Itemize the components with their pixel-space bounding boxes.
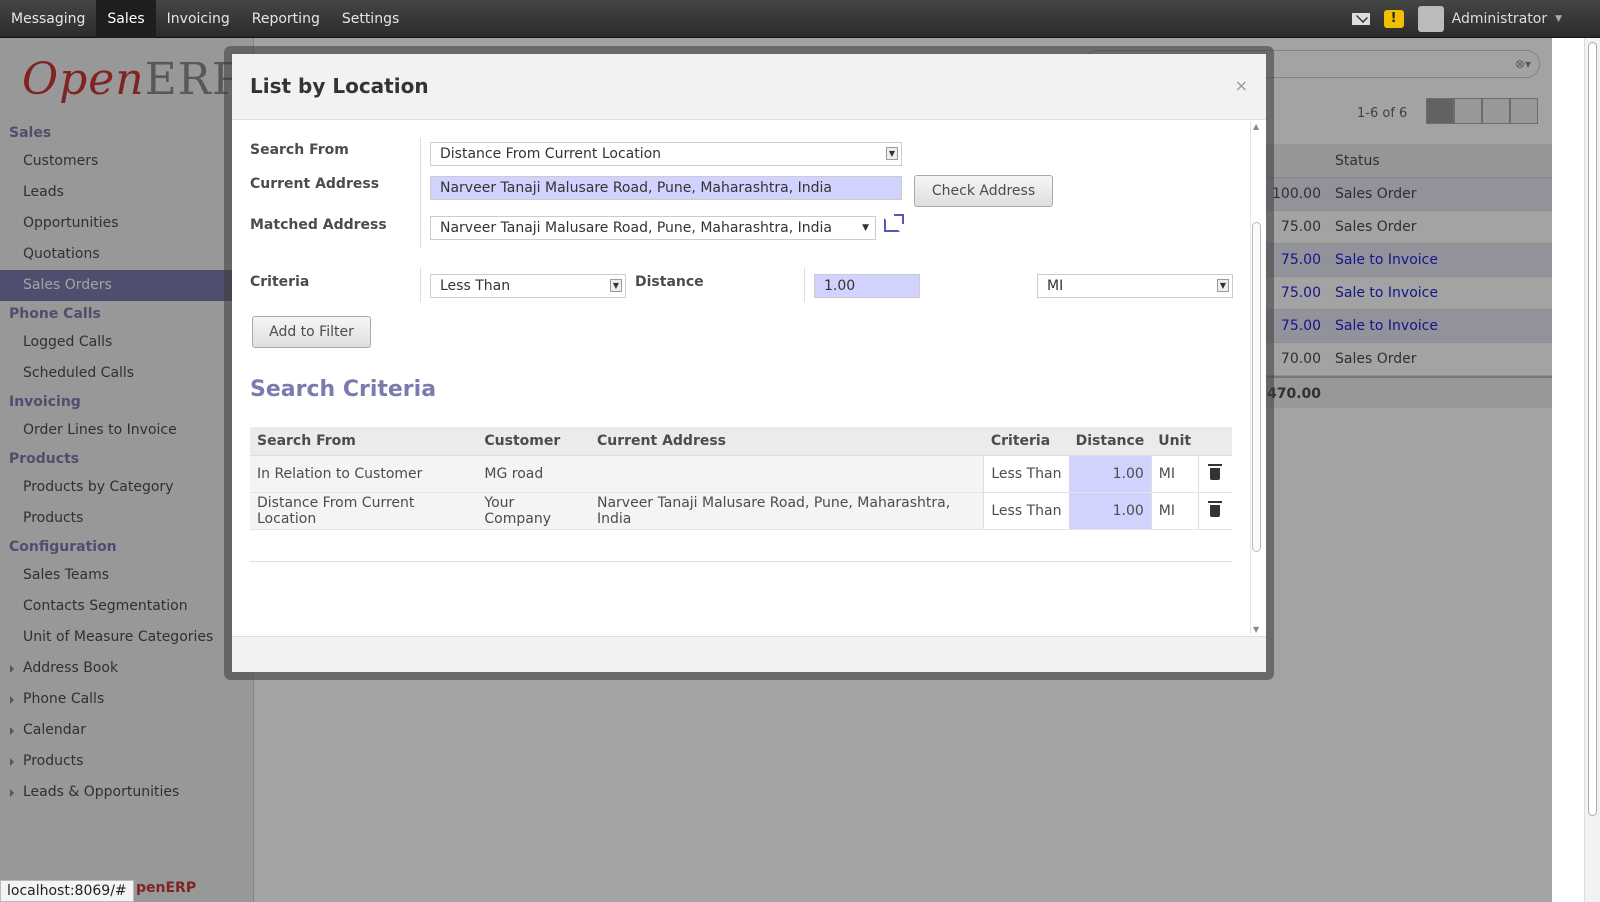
chevron-down-icon: ▼	[862, 223, 869, 233]
cell-criteria: Less Than	[983, 492, 1069, 530]
divider	[250, 561, 1232, 562]
col-current-address[interactable]: Current Address	[589, 427, 984, 456]
chevron-down-icon: ▼	[1217, 279, 1229, 292]
cell-delete	[1197, 455, 1232, 493]
chevron-down-icon: ▼	[610, 279, 622, 292]
matched-address-label: Matched Address	[250, 217, 387, 233]
cell-distance: 1.00	[1068, 492, 1152, 530]
menu-reporting[interactable]: Reporting	[241, 0, 331, 38]
divider	[420, 138, 421, 248]
col-distance[interactable]: Distance	[1068, 427, 1152, 456]
col-unit[interactable]: Unit	[1151, 427, 1199, 456]
dialog-scrollbar-thumb[interactable]	[1252, 222, 1261, 552]
current-address-label: Current Address	[250, 176, 380, 192]
divider	[420, 268, 421, 302]
cell-current-address: Narveer Tanaji Malusare Road, Pune, Maha…	[589, 492, 984, 530]
list-by-location-dialog: List by Location × Search From Current A…	[232, 54, 1266, 672]
warning-icon[interactable]: !	[1383, 10, 1404, 28]
cell-delete	[1197, 492, 1232, 530]
dialog-header: List by Location ×	[232, 54, 1266, 120]
user-name: Administrator	[1451, 11, 1548, 27]
avatar	[1417, 6, 1444, 32]
criteria-select[interactable]: Less Than ▼	[430, 274, 626, 298]
mail-icon[interactable]	[1351, 13, 1370, 25]
top-navbar: Messaging Sales Invoicing Reporting Sett…	[0, 0, 1600, 38]
status-url: localhost:8069/#	[0, 880, 134, 902]
dialog-body: Search From Current Address Matched Addr…	[232, 120, 1266, 636]
current-address-input[interactable]: Narveer Tanaji Malusare Road, Pune, Maha…	[430, 176, 902, 200]
dialog-footer	[232, 636, 1266, 672]
distance-input[interactable]: 1.00	[814, 274, 920, 298]
table-row[interactable]: Distance From Current Location Your Comp…	[250, 492, 1232, 530]
table-row[interactable]: In Relation to Customer MG road Less Tha…	[250, 455, 1232, 493]
topbar-right: ! Administrator ▼	[1351, 0, 1562, 38]
scroll-down-icon[interactable]: ▼	[1253, 625, 1259, 634]
col-criteria[interactable]: Criteria	[983, 427, 1069, 456]
table-header-row: Search From Customer Current Address Cri…	[250, 427, 1232, 456]
cell-distance: 1.00	[1068, 455, 1152, 493]
menu-messaging[interactable]: Messaging	[0, 0, 96, 38]
col-search-from[interactable]: Search From	[250, 427, 478, 456]
criteria-table: Search From Customer Current Address Cri…	[250, 427, 1232, 530]
cell-customer: Your Company	[477, 492, 590, 530]
close-icon[interactable]: ×	[1235, 76, 1248, 95]
divider	[804, 268, 805, 302]
menu-invoicing[interactable]: Invoicing	[156, 0, 241, 38]
dialog-title: List by Location	[250, 74, 429, 98]
col-customer[interactable]: Customer	[477, 427, 590, 456]
page-scrollbar[interactable]	[1584, 38, 1600, 902]
col-actions	[1198, 427, 1232, 456]
add-to-filter-button[interactable]: Add to Filter	[252, 316, 371, 348]
check-address-button[interactable]: Check Address	[914, 175, 1053, 207]
chevron-down-icon: ▼	[886, 147, 898, 160]
scroll-up-icon[interactable]: ▲	[1253, 122, 1259, 131]
criteria-label: Criteria	[250, 274, 310, 290]
external-link-icon[interactable]	[884, 214, 904, 232]
cell-customer: MG road	[477, 455, 590, 493]
menu-sales[interactable]: Sales	[96, 0, 156, 38]
menu-settings[interactable]: Settings	[331, 0, 410, 38]
search-from-select[interactable]: Distance From Current Location ▼	[430, 142, 902, 166]
unit-select[interactable]: MI ▼	[1037, 274, 1233, 298]
cell-search-from: In Relation to Customer	[250, 455, 478, 493]
dialog-scrollbar[interactable]: ▲ ▼	[1250, 122, 1262, 634]
chevron-down-icon: ▼	[1555, 14, 1562, 24]
cell-unit: MI	[1150, 455, 1199, 493]
matched-address-select[interactable]: Narveer Tanaji Malusare Road, Pune, Maha…	[430, 216, 876, 240]
scrollbar-thumb[interactable]	[1588, 42, 1597, 816]
cell-search-from: Distance From Current Location	[250, 492, 478, 530]
cell-current-address	[589, 455, 984, 493]
trash-icon[interactable]	[1208, 500, 1223, 517]
trash-icon[interactable]	[1208, 463, 1223, 480]
user-menu[interactable]: Administrator ▼	[1417, 6, 1562, 32]
search-criteria-title: Search Criteria	[250, 377, 437, 402]
search-from-label: Search From	[250, 142, 349, 158]
cell-unit: MI	[1150, 492, 1199, 530]
distance-label: Distance	[635, 274, 704, 290]
cell-criteria: Less Than	[983, 455, 1069, 493]
